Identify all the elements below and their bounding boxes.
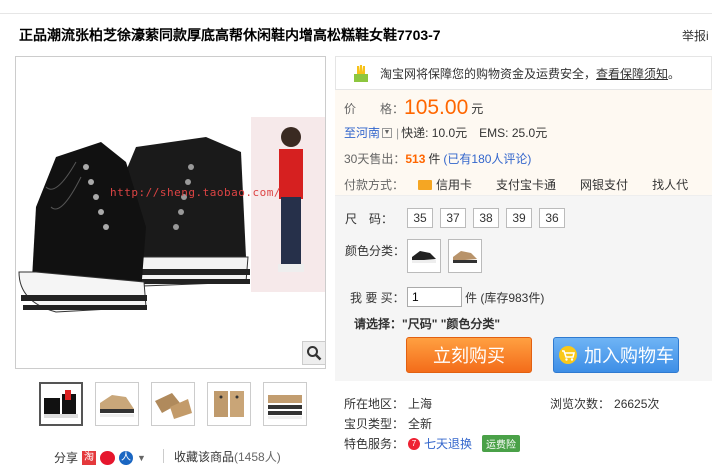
seven-day-return-link[interactable]: 七天退换 — [424, 435, 472, 452]
price-unit: 元 — [471, 101, 484, 116]
select-hint-row: 请选择： "尺码" "颜色分类" — [354, 315, 500, 332]
color-swatch-khaki[interactable] — [448, 239, 482, 273]
payment-method-label: 支付宝卡通 — [496, 178, 557, 192]
payment-method-label: 信用卡 — [436, 178, 473, 192]
color-swatch-black[interactable] — [407, 239, 441, 273]
guarantee-text: 淘宝网将保障您的购物资金及运费安全， — [380, 66, 597, 81]
main-product-image[interactable]: http://sheng.taobao.com/ — [15, 56, 326, 369]
cart-icon — [559, 346, 577, 364]
color-label: 颜色分类： — [345, 244, 406, 258]
service-row: 特色服务： 7 七天退换 运费险 — [344, 435, 521, 452]
model-inset-photo — [251, 117, 325, 292]
payment-row: 付款方式： 信用卡 支付宝卡通 网银支付 找人代 — [344, 176, 712, 193]
guarantee-banner: 淘宝网将保障您的购物资金及运费安全，查看保障须知。 — [335, 56, 712, 90]
weibo-share-icon[interactable] — [100, 450, 116, 465]
payment-netbank[interactable]: 网银支付 — [580, 176, 628, 193]
thumbnail-2[interactable] — [95, 382, 139, 426]
quantity-row: 我 要 买： 件 (库存983件) — [350, 287, 544, 307]
price-row: 价 格： 105.00 元 — [344, 96, 483, 120]
comments-link[interactable]: (已有180人评论) — [443, 150, 531, 167]
express-fee: 快递: 10.0元 — [401, 126, 468, 140]
stock-text: 件 (库存983件) — [465, 290, 545, 305]
guarantee-end: 。 — [668, 66, 681, 81]
size-row: 尺 码： 35 37 38 39 36 — [345, 208, 572, 228]
shipping-destination[interactable]: 至河南 — [344, 124, 380, 141]
size-label: 尺 码： — [345, 211, 394, 226]
share-dropdown-icon[interactable]: ▼ — [137, 453, 146, 463]
payment-method-label: 网银支付 — [580, 178, 629, 192]
payment-alipay-card[interactable]: 支付宝卡通 — [496, 176, 556, 193]
payment-method-label: 找人代 — [652, 178, 689, 192]
sales-count: 513 — [405, 151, 426, 166]
favorite-count: (1458人) — [234, 450, 281, 464]
sales-row: 30天售出： 513 件 (已有180人评论) — [344, 150, 531, 167]
renren-share-icon[interactable]: 人 — [119, 450, 134, 465]
size-option-36[interactable]: 36 — [539, 208, 565, 228]
thumbnail-3[interactable] — [151, 382, 195, 426]
views-row: 浏览次数： 26625次 — [550, 395, 659, 412]
add-to-cart-label: 加入购物车 — [584, 346, 674, 367]
size-option-37[interactable]: 37 — [440, 208, 466, 228]
payment-proxy[interactable]: 找人代 — [652, 176, 688, 193]
destination-dropdown-icon[interactable]: ▼ — [382, 127, 393, 138]
type-label: 宝贝类型： — [344, 417, 405, 431]
size-option-35[interactable]: 35 — [407, 208, 433, 228]
sales-label: 30天售出： — [344, 152, 406, 166]
shipping-insurance-badge[interactable]: 运费险 — [482, 435, 521, 452]
quantity-label: 我 要 买： — [350, 290, 405, 305]
shipping-row: 至河南 ▼ | 快递: 10.0元 EMS: 25.0元 — [344, 124, 548, 141]
select-hint-label: 请选择： — [354, 317, 403, 331]
type-row: 宝贝类型： 全新 — [344, 415, 432, 432]
buy-now-label: 立刻购买 — [433, 346, 505, 367]
add-to-cart-button[interactable]: 加入购物车 — [553, 337, 679, 373]
thumbnail-strip — [39, 382, 307, 426]
price-label: 价 格： — [344, 101, 405, 116]
share-separator — [163, 449, 164, 463]
buy-now-button[interactable]: 立刻购买 — [406, 337, 532, 373]
favorite-link[interactable]: 收藏该商品(1458人) — [174, 448, 281, 465]
share-label: 分享 — [54, 451, 79, 465]
product-title: 正品潮流张柏芝徐濠萦同款厚底高帮休闲鞋内增高松糕鞋女鞋7703-7 — [19, 27, 441, 43]
thumbnail-5[interactable] — [263, 382, 307, 426]
service-label: 特色服务： — [344, 437, 405, 451]
credit-card-icon — [418, 179, 433, 190]
price-value: 105.00 — [404, 96, 469, 119]
taobao-share-icon[interactable]: 淘 — [82, 450, 97, 465]
thumbnail-1[interactable] — [39, 382, 83, 426]
product-photo — [18, 117, 325, 313]
quantity-input[interactable] — [407, 287, 462, 307]
guarantee-hand-icon — [354, 65, 368, 82]
views-value: 26625次 — [614, 397, 660, 411]
location-row: 所在地区： 上海 — [344, 395, 432, 412]
report-link[interactable]: 举报i — [682, 27, 709, 44]
top-divider — [0, 13, 712, 14]
location-label: 所在地区： — [344, 397, 405, 411]
type-value: 全新 — [408, 417, 433, 431]
select-hint-value: "尺码" "颜色分类" — [402, 317, 501, 331]
thumbnail-4[interactable] — [207, 382, 251, 426]
magnifier-icon — [307, 346, 322, 361]
zoom-button[interactable] — [302, 341, 325, 365]
share-bar: 分享 淘 人 ▼ — [54, 449, 146, 466]
seven-day-return-icon: 7 — [408, 437, 421, 450]
location-value: 上海 — [408, 397, 433, 411]
color-row: 颜色分类： — [345, 239, 489, 273]
size-option-38[interactable]: 38 — [473, 208, 499, 228]
payment-label: 付款方式： — [344, 178, 405, 192]
ems-fee: EMS: 25.0元 — [479, 126, 548, 140]
watermark-text: http://sheng.taobao.com/ — [110, 186, 281, 199]
guarantee-link[interactable]: 查看保障须知 — [596, 67, 668, 81]
favorite-label: 收藏该商品 — [174, 450, 235, 464]
sales-unit: 件 — [428, 152, 441, 166]
views-label: 浏览次数： — [550, 397, 611, 411]
payment-credit-card[interactable]: 信用卡 — [418, 176, 472, 193]
size-option-39[interactable]: 39 — [506, 208, 532, 228]
